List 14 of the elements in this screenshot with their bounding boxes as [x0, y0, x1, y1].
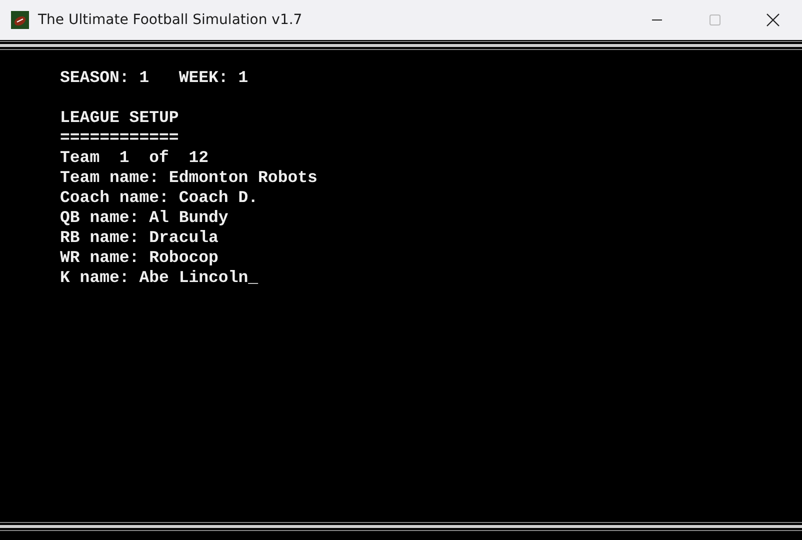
console-line: WR name: Robocop — [60, 248, 218, 268]
console-line: SEASON: 1 WEEK: 1 — [60, 68, 248, 88]
console-line: LEAGUE SETUP — [60, 108, 179, 128]
console-line: RB name: Dracula — [60, 228, 218, 248]
console-line: Coach name: Coach D. — [60, 188, 258, 208]
close-icon — [766, 13, 780, 27]
console-line: QB name: Al Bundy — [60, 208, 228, 228]
maximize-icon — [709, 14, 721, 26]
console-line: Team 1 of 12 — [60, 148, 209, 168]
console-line: K name: Abe Lincoln_ — [60, 268, 258, 288]
football-icon — [11, 11, 29, 29]
console-line: Team name: Edmonton Robots — [60, 168, 318, 188]
window-title: The Ultimate Football Simulation v1.7 — [38, 12, 302, 28]
console-line: ============ — [60, 128, 179, 148]
